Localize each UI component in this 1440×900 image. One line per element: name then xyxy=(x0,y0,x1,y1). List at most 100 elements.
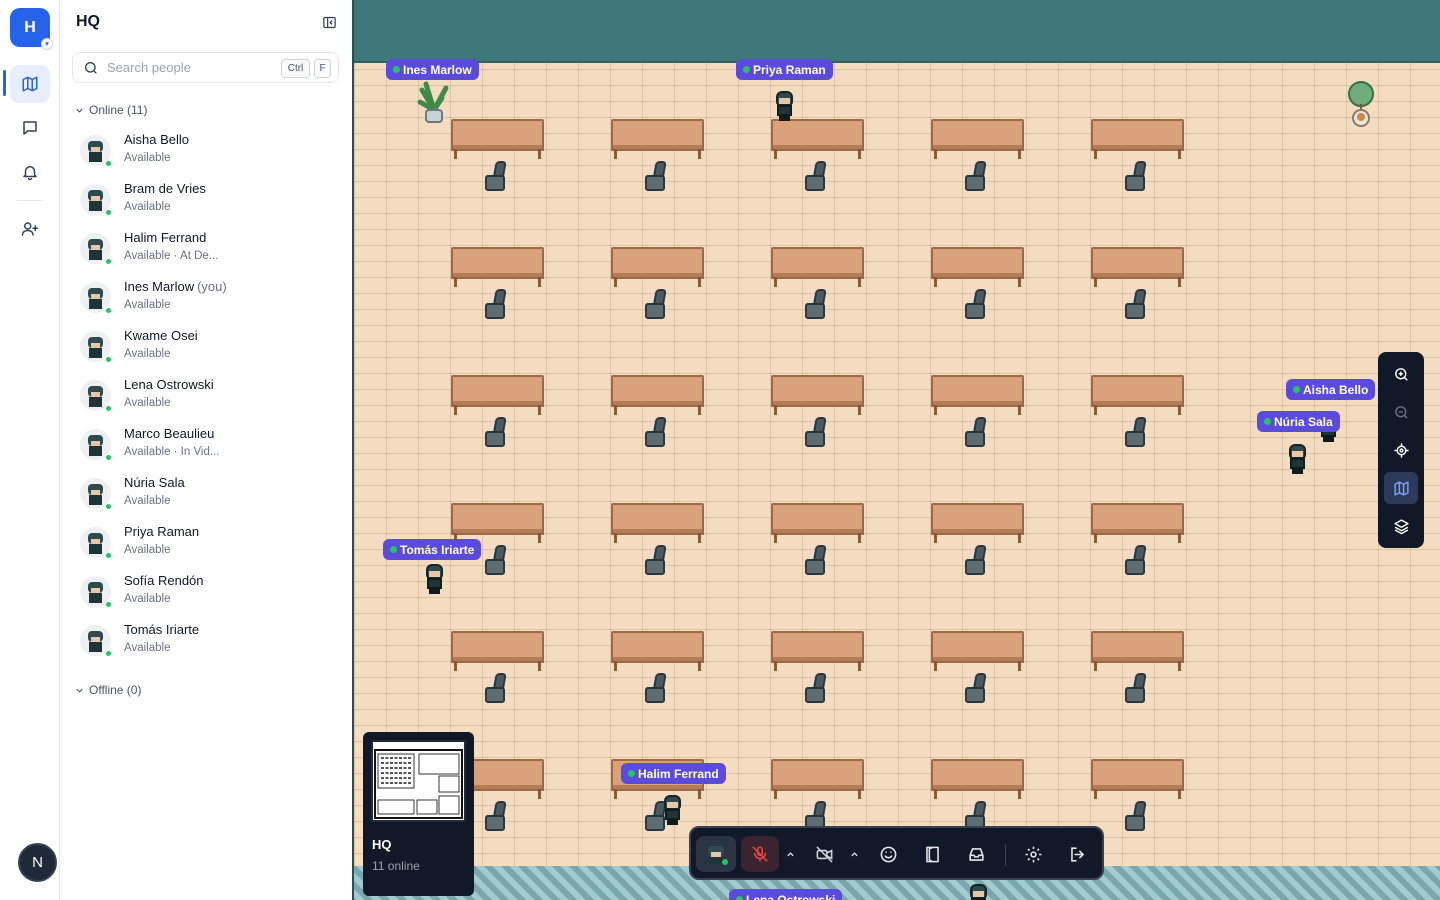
map-nav-button[interactable] xyxy=(10,65,50,103)
map-floor xyxy=(354,63,1440,870)
chair xyxy=(645,545,667,577)
workspace-button[interactable]: H ▾ xyxy=(10,8,53,50)
desk xyxy=(771,247,864,287)
avatar-sprite[interactable] xyxy=(662,795,682,825)
avatar-sprite[interactable] xyxy=(1287,444,1307,474)
person-row[interactable]: Tomás Iriarte Available xyxy=(61,616,352,665)
microphone-toggle[interactable] xyxy=(741,836,779,872)
user-menu-button[interactable]: N xyxy=(18,843,57,882)
bell-icon xyxy=(23,166,37,181)
map-icon xyxy=(1393,480,1409,496)
desk xyxy=(611,631,704,671)
person-row[interactable]: Halim Ferrand Available · At De... xyxy=(61,224,352,273)
offline-section-header[interactable]: Offline (0) xyxy=(74,683,141,697)
zoom-out-icon xyxy=(1394,405,1408,419)
person-row[interactable]: Lena Ostrowski Available xyxy=(61,371,352,420)
online-status-dot xyxy=(105,601,112,608)
person-name: Ines Marlow xyxy=(124,279,195,294)
chair xyxy=(805,545,827,577)
person-row[interactable]: Priya Raman Available xyxy=(61,518,352,567)
person-row[interactable]: Marco Beaulieu Available · In Vid... xyxy=(61,420,352,469)
person-name: Aisha Bello xyxy=(124,132,190,147)
user-name-tag[interactable]: Tomás Iriarte xyxy=(383,539,482,560)
person-name: Lena Ostrowski xyxy=(124,377,214,392)
chair xyxy=(645,161,667,193)
camera-options[interactable] xyxy=(845,836,863,872)
you-label: (you) xyxy=(197,279,227,294)
chair xyxy=(1125,673,1147,705)
chevron-down-icon xyxy=(76,688,83,693)
search-input[interactable] xyxy=(107,60,267,75)
shortcut-key-ctrl: Ctrl xyxy=(281,59,310,78)
user-name-tag[interactable]: Halim Ferrand xyxy=(621,763,726,784)
settings-button[interactable] xyxy=(1014,836,1052,872)
my-avatar-button[interactable] xyxy=(696,836,736,872)
invite-button[interactable] xyxy=(10,210,50,248)
logout-icon xyxy=(1070,846,1084,862)
desk xyxy=(611,503,704,543)
chair xyxy=(485,545,507,577)
avatar-sprite[interactable] xyxy=(968,884,988,900)
camera-toggle[interactable] xyxy=(805,836,843,872)
desk xyxy=(931,247,1024,287)
plant-icon xyxy=(416,80,452,131)
inbox-button[interactable] xyxy=(957,836,995,872)
camera-off-icon xyxy=(816,846,832,862)
layers-button[interactable] xyxy=(1384,510,1418,542)
chair xyxy=(1125,545,1147,577)
user-name-tag[interactable]: Núria Sala xyxy=(1257,411,1340,432)
online-status-dot xyxy=(105,258,112,265)
chair xyxy=(485,161,507,193)
chat-nav-button[interactable] xyxy=(10,109,50,147)
person-status: Available xyxy=(124,642,171,654)
office-map[interactable]: Ines Marlow Priya Raman Aisha Bello Núria S… xyxy=(352,0,1440,900)
person-name: Halim Ferrand xyxy=(124,230,207,245)
panel-title: HQ xyxy=(76,13,100,30)
chair xyxy=(805,289,827,321)
screen-share-button[interactable] xyxy=(913,836,951,872)
avatar-sprite[interactable] xyxy=(774,91,794,121)
rail-divider xyxy=(17,200,43,201)
chevron-down-icon: ▾ xyxy=(41,38,53,50)
chair xyxy=(485,801,507,833)
minimap-toggle-button[interactable] xyxy=(1384,472,1418,504)
plant-icon xyxy=(1346,80,1376,133)
zoom-in-button[interactable] xyxy=(1384,358,1418,390)
smile-icon xyxy=(880,846,896,862)
emoji-button[interactable] xyxy=(869,836,907,872)
leave-button[interactable] xyxy=(1058,836,1096,872)
desk xyxy=(611,247,704,287)
user-name-tag[interactable]: Priya Raman xyxy=(736,59,833,80)
search-icon xyxy=(85,61,97,74)
chair xyxy=(485,417,507,449)
desk xyxy=(931,503,1024,543)
online-section-label: Online (11) xyxy=(89,103,148,117)
person-row[interactable]: Núria Sala Available xyxy=(61,469,352,518)
online-status-dot xyxy=(105,405,112,412)
person-status: Available xyxy=(124,544,171,556)
user-name-tag[interactable]: Lena Ostrowski xyxy=(729,889,843,900)
user-name-tag[interactable]: Aisha Bello xyxy=(1286,379,1376,400)
online-section-header[interactable]: Online (11) xyxy=(74,103,147,117)
person-row[interactable]: Kwame Osei Available xyxy=(61,322,352,371)
person-row[interactable]: Aisha Bello Available xyxy=(61,126,352,175)
user-name-tag[interactable]: Ines Marlow xyxy=(386,59,479,80)
person-name: Núria Sala xyxy=(124,475,185,490)
offline-section-label: Offline (0) xyxy=(89,683,142,697)
avatar-sprite[interactable] xyxy=(424,564,444,594)
person-row[interactable]: Bram de Vries Available xyxy=(61,175,352,224)
avatar-icon xyxy=(708,846,728,865)
microphone-options[interactable] xyxy=(781,836,799,872)
chair xyxy=(965,545,987,577)
recenter-button[interactable] xyxy=(1384,434,1418,466)
collapse-panel-button[interactable] xyxy=(319,12,339,32)
desk xyxy=(451,247,544,287)
notifications-button[interactable] xyxy=(10,153,50,191)
minimap-card[interactable]: HQ 11 online xyxy=(363,732,474,896)
person-name: Tomás Iriarte xyxy=(124,622,200,637)
zoom-out-button[interactable] xyxy=(1384,396,1418,428)
person-row[interactable]: Ines Marlow (you) Available xyxy=(61,273,352,322)
desk xyxy=(771,631,864,671)
person-status: Available xyxy=(124,495,171,507)
person-row[interactable]: Sofía Rendón Available xyxy=(61,567,352,616)
